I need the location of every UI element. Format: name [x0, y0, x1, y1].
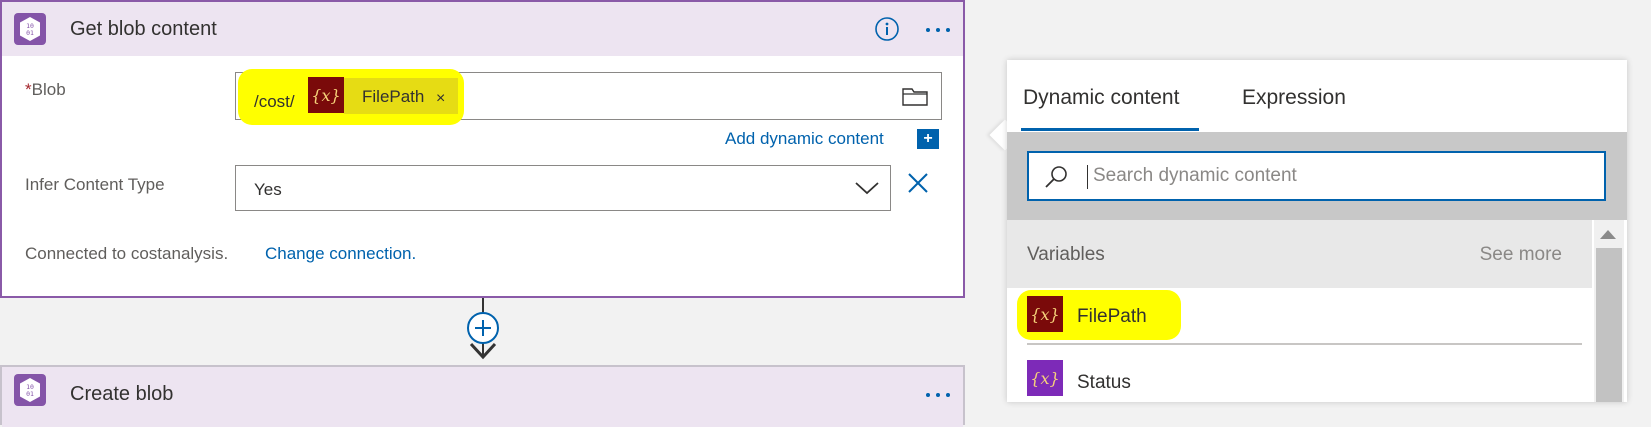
- blob-path-prefix: /cost/: [254, 92, 295, 111]
- dynamic-item-name: FilePath: [1077, 306, 1147, 327]
- close-icon[interactable]: [906, 171, 930, 195]
- blob-storage-icon: 10 01: [14, 13, 46, 45]
- variables-section-title: Variables: [1027, 244, 1105, 265]
- variable-icon: {x}: [308, 77, 344, 113]
- svg-text:01: 01: [26, 390, 34, 398]
- item-divider: [1027, 343, 1582, 345]
- active-tab-indicator: [1021, 128, 1199, 131]
- card-title: Create blob: [70, 383, 174, 405]
- search-input[interactable]: [1093, 162, 1573, 190]
- folder-icon[interactable]: [901, 85, 929, 107]
- token-remove-icon[interactable]: ×: [436, 90, 445, 108]
- chevron-down-icon[interactable]: [854, 180, 880, 196]
- card-title: Get blob content: [70, 18, 217, 40]
- dynamic-item-status[interactable]: {x} Status: [1007, 352, 1592, 414]
- infer-content-type-label: Infer Content Type: [25, 175, 165, 194]
- dynamic-item-name: Status: [1077, 372, 1131, 393]
- blob-input[interactable]: /cost/ {x} FilePath ×: [235, 69, 942, 125]
- variable-icon: {x}: [1027, 296, 1063, 332]
- scrollbar[interactable]: [1594, 220, 1624, 402]
- arrow-down-icon: [469, 342, 497, 360]
- blob-field-label: *Blob: [25, 80, 66, 100]
- required-marker: *: [25, 80, 32, 99]
- dynamic-item-filepath[interactable]: {x} FilePath: [1007, 288, 1592, 350]
- connection-status-text: Connected to costanalysis.: [25, 244, 229, 263]
- dynamic-content-panel: Dynamic content Expression Variables See…: [1007, 60, 1627, 402]
- info-icon[interactable]: [874, 16, 900, 42]
- svg-text:01: 01: [26, 29, 34, 37]
- tab-expression[interactable]: Expression: [1242, 86, 1346, 110]
- get-blob-content-card[interactable]: 10 01 Get blob content *Blob /cost/ {x} …: [0, 0, 965, 298]
- blob-label-text: Blob: [31, 80, 66, 99]
- card-header[interactable]: 10 01 Create blob: [2, 367, 963, 427]
- blob-storage-icon: 10 01: [14, 374, 46, 406]
- change-connection-link[interactable]: Change connection.: [265, 244, 416, 264]
- create-blob-card[interactable]: 10 01 Create blob: [0, 365, 965, 427]
- search-area: [1007, 132, 1627, 220]
- infer-content-type-select[interactable]: Yes: [235, 165, 891, 211]
- tab-dynamic-content[interactable]: Dynamic content: [1023, 86, 1179, 110]
- scroll-thumb[interactable]: [1596, 248, 1622, 402]
- infer-content-type-value: Yes: [254, 180, 282, 199]
- variable-icon: {x}: [1027, 360, 1063, 396]
- token-label: FilePath: [362, 87, 425, 106]
- more-options-icon[interactable]: [924, 391, 952, 399]
- add-dynamic-content-plus-icon[interactable]: +: [917, 129, 939, 149]
- add-dynamic-content-link[interactable]: Add dynamic content: [725, 129, 884, 149]
- see-more-link[interactable]: See more: [1480, 244, 1562, 266]
- card-header[interactable]: 10 01 Get blob content: [2, 2, 963, 56]
- more-options-icon[interactable]: [924, 26, 952, 34]
- text-caret: [1087, 165, 1088, 189]
- search-icon: [1045, 166, 1067, 188]
- search-box[interactable]: [1027, 151, 1606, 201]
- variables-section-header: Variables See more: [1007, 220, 1592, 288]
- scroll-up-icon[interactable]: [1600, 230, 1616, 239]
